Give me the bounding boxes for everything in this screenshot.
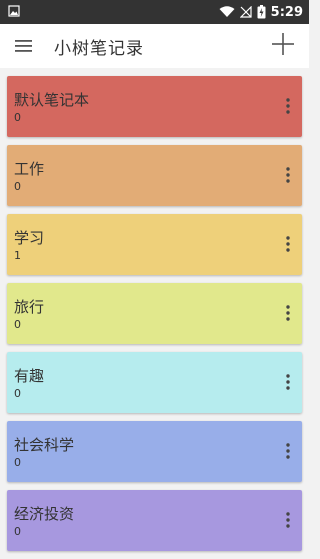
- battery-charging-icon: [257, 5, 266, 19]
- notebook-name: 默认笔记本: [14, 91, 90, 109]
- more-options-button[interactable]: [278, 92, 298, 120]
- more-vert-icon: [286, 98, 290, 114]
- more-vert-icon: [286, 167, 290, 183]
- more-options-button[interactable]: [278, 161, 298, 189]
- add-notebook-button[interactable]: [265, 24, 301, 68]
- app-bar: 小树笔记录: [0, 24, 309, 68]
- notebook-card-work[interactable]: 工作 0: [7, 145, 302, 206]
- notebook-list: 默认笔记本 0 工作 0 学习 1 旅行 0 有趣 0 社会科学 0 经济投资 …: [7, 76, 302, 559]
- more-vert-icon: [286, 374, 290, 390]
- status-time: 5:29: [270, 4, 303, 20]
- more-vert-icon: [286, 512, 290, 528]
- notebook-name: 社会科学: [14, 436, 75, 454]
- notebook-note-count: 0: [14, 525, 21, 538]
- notebook-card-economics[interactable]: 经济投资 0: [7, 490, 302, 551]
- more-vert-icon: [286, 443, 290, 459]
- notebook-note-count: 0: [14, 180, 21, 193]
- status-bar: 5:29: [0, 0, 309, 24]
- notebook-note-count: 0: [14, 387, 21, 400]
- notebook-note-count: 0: [14, 456, 21, 469]
- more-options-button[interactable]: [278, 437, 298, 465]
- page-title: 小树笔记录: [54, 38, 144, 59]
- notebook-name: 经济投资: [14, 505, 75, 523]
- wifi-icon: [219, 6, 235, 18]
- notebook-card-social-science[interactable]: 社会科学 0: [7, 421, 302, 482]
- menu-button[interactable]: [0, 24, 48, 68]
- no-sim-icon: [239, 6, 252, 18]
- notebook-note-count: 1: [14, 249, 21, 262]
- more-options-button[interactable]: [278, 299, 298, 327]
- notebook-name: 工作: [14, 160, 45, 178]
- image-notification-icon: [8, 4, 20, 20]
- notebook-name: 旅行: [14, 298, 45, 316]
- more-vert-icon: [286, 236, 290, 252]
- notebook-card-fun[interactable]: 有趣 0: [7, 352, 302, 413]
- notebook-name: 学习: [14, 229, 45, 247]
- notebook-name: 有趣: [14, 367, 45, 385]
- notebook-note-count: 0: [14, 111, 21, 124]
- more-vert-icon: [286, 305, 290, 321]
- more-options-button[interactable]: [278, 506, 298, 534]
- more-options-button[interactable]: [278, 368, 298, 396]
- hamburger-menu-icon: [15, 39, 33, 53]
- notebook-card-travel[interactable]: 旅行 0: [7, 283, 302, 344]
- notebook-card-default[interactable]: 默认笔记本 0: [7, 76, 302, 137]
- plus-icon: [272, 33, 294, 59]
- notebook-card-study[interactable]: 学习 1: [7, 214, 302, 275]
- more-options-button[interactable]: [278, 230, 298, 258]
- notebook-note-count: 0: [14, 318, 21, 331]
